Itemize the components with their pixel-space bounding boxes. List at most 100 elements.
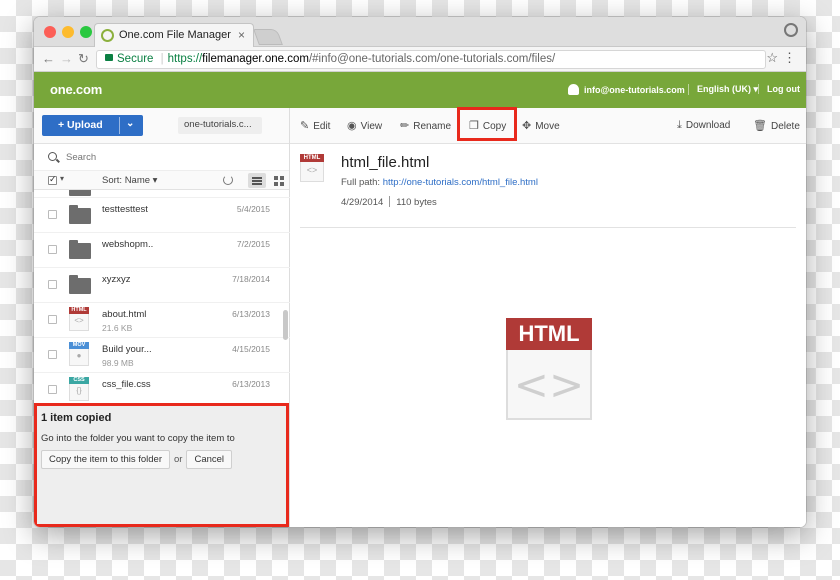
list-item[interactable]: webshopm.. 7/2/2015	[34, 233, 290, 268]
download-button[interactable]: ⤓ Download	[677, 119, 730, 132]
move-arrows-icon: ✥	[522, 120, 532, 132]
file-date: 7/18/2014	[232, 274, 270, 284]
url-scheme: https://	[167, 53, 203, 65]
lock-icon	[105, 54, 113, 61]
copy-notice-panel: 1 item copied Go into the folder you wan…	[34, 403, 289, 527]
user-icon	[568, 84, 579, 95]
file-date: 6/13/2013	[232, 379, 270, 389]
file-checkbox[interactable]	[48, 315, 57, 324]
bookmark-star-icon[interactable]: ☆	[766, 50, 778, 66]
search-icon	[48, 152, 57, 161]
file-date: 5/4/2015	[236, 204, 270, 214]
file-path-link[interactable]: http://one-tutorials.com/html_file.html	[383, 177, 538, 188]
list-view-button[interactable]	[248, 173, 266, 188]
profile-icon[interactable]	[784, 23, 798, 37]
refresh-icon[interactable]	[223, 175, 233, 185]
list-item[interactable]: CSS{} css_file.css 6/13/2013	[34, 373, 290, 404]
select-all-checkbox[interactable]	[48, 174, 57, 185]
file-date: 4/15/2015	[232, 344, 270, 354]
toolbar: ✎ Edit ◉ View ✏ Rename ❐ Copy ✥ Move ⤓ Downloa…	[290, 107, 806, 144]
file-name: about.html	[102, 309, 147, 320]
view-button[interactable]: ◉ View	[347, 119, 382, 132]
file-name: webshopm..	[102, 239, 154, 250]
file-checkbox[interactable]	[48, 385, 57, 394]
file-sidebar: + Upload ⌄ one-tutorials.c... ▾ Sort: Na…	[34, 108, 290, 527]
css-file-icon: CSS{}	[69, 377, 89, 401]
file-name: testtesttest	[102, 204, 148, 215]
title-bar: One.com File Manager ×	[34, 17, 806, 47]
file-checkbox[interactable]	[48, 245, 57, 254]
forward-arrow-icon[interactable]: →	[60, 51, 73, 66]
grid-view-button[interactable]	[270, 173, 288, 188]
maximize-window-button[interactable]	[80, 26, 92, 38]
file-meta: 4/29/2014 110 bytes	[341, 196, 437, 208]
file-size: 21.6 KB	[102, 323, 133, 333]
secure-label: Secure	[117, 53, 154, 65]
edit-button[interactable]: ✎ Edit	[300, 119, 330, 132]
file-checkbox[interactable]	[48, 350, 57, 359]
file-date: 4/29/2014	[341, 197, 384, 208]
browser-menu-icon[interactable]: ⋮	[783, 50, 796, 66]
logout-link[interactable]: Log out	[758, 84, 800, 94]
notice-message: Go into the folder you want to copy the …	[41, 433, 235, 444]
back-arrow-icon[interactable]: ←	[42, 51, 55, 66]
domain-selector[interactable]: one-tutorials.c...	[178, 117, 262, 134]
pencil-square-icon: ✎	[300, 120, 310, 132]
url-path: /#info@one-tutorials.com/one-tutorials.c…	[308, 53, 556, 65]
delete-button[interactable]: 🗑 Delete	[753, 119, 800, 132]
select-dropdown-icon[interactable]: ▾	[60, 174, 64, 183]
main-panel: ✎ Edit ◉ View ✏ Rename ❐ Copy ✥ Move ⤓ Downloa…	[290, 107, 806, 527]
cancel-button[interactable]: Cancel	[186, 450, 233, 469]
user-email: info@one-tutorials.com	[584, 85, 685, 95]
file-date: 7/2/2015	[236, 239, 270, 249]
search-row	[34, 144, 289, 171]
browser-tab[interactable]: One.com File Manager ×	[94, 23, 254, 47]
url-input[interactable]: Secure | https://filemanager.one.com/#inf…	[96, 50, 766, 69]
url-host: filemanager.one.com	[202, 53, 309, 65]
close-window-button[interactable]	[44, 26, 56, 38]
file-size: 110 bytes	[396, 197, 437, 208]
file-name: xyzxyz	[102, 274, 131, 285]
file-size: 98.9 MB	[102, 358, 134, 368]
list-item[interactable]: MOV ● Build your... 98.9 MB 4/15/2015	[34, 338, 290, 373]
upload-dropdown-icon[interactable]: ⌄	[126, 118, 134, 129]
sort-row: ▾ Sort: Name ▾	[34, 171, 289, 190]
favicon-icon	[101, 29, 114, 42]
video-file-icon: MOV ●	[69, 342, 89, 366]
address-bar: ← → ↻ Secure | https://filemanager.one.co…	[34, 47, 806, 72]
move-button[interactable]: ✥ Move	[522, 119, 560, 132]
upload-label: + Upload	[58, 119, 103, 131]
list-item[interactable]: HTML <> about.html 21.6 KB 6/13/2013	[34, 303, 290, 338]
reload-icon[interactable]: ↻	[78, 51, 89, 67]
copy-to-folder-button[interactable]: Copy the item to this folder	[41, 450, 170, 469]
notice-title: 1 item copied	[41, 412, 112, 424]
html-preview-icon: HTML <>	[506, 318, 592, 420]
minimize-window-button[interactable]	[62, 26, 74, 38]
file-info: HTML <> html_file.html Full path: http://…	[300, 154, 796, 228]
copy-highlight	[457, 107, 517, 141]
file-checkbox[interactable]	[48, 280, 57, 289]
user-account-link[interactable]: info@one-tutorials.com	[568, 84, 685, 95]
folder-icon	[69, 205, 91, 224]
list-item[interactable]: testtesttest 5/4/2015	[34, 198, 290, 233]
pencil-icon: ✏	[400, 120, 410, 132]
tab-close-icon[interactable]: ×	[238, 28, 245, 42]
language-selector[interactable]: English (UK) ▾	[688, 84, 758, 95]
upload-button[interactable]: + Upload ⌄	[42, 115, 143, 136]
search-input[interactable]	[66, 149, 266, 165]
sidebar-top: + Upload ⌄ one-tutorials.c...	[34, 108, 289, 144]
app-header: one.com info@one-tutorials.com English (…	[34, 72, 806, 108]
scroll-thumb[interactable]	[283, 310, 288, 340]
rename-button[interactable]: ✏ Rename	[400, 119, 451, 132]
sort-dropdown[interactable]: Sort: Name ▾	[102, 175, 157, 186]
download-icon: ⤓	[677, 119, 682, 131]
tab-title: One.com File Manager	[119, 29, 231, 41]
new-tab-button[interactable]	[253, 29, 283, 45]
file-checkbox[interactable]	[48, 210, 57, 219]
list-item[interactable]	[34, 190, 290, 198]
file-date: 6/13/2013	[232, 309, 270, 319]
file-list-scrollbar[interactable]	[283, 190, 288, 404]
folder-icon	[69, 190, 91, 196]
list-item[interactable]: xyzxyz 7/18/2014	[34, 268, 290, 303]
logo[interactable]: one.com	[50, 82, 102, 97]
